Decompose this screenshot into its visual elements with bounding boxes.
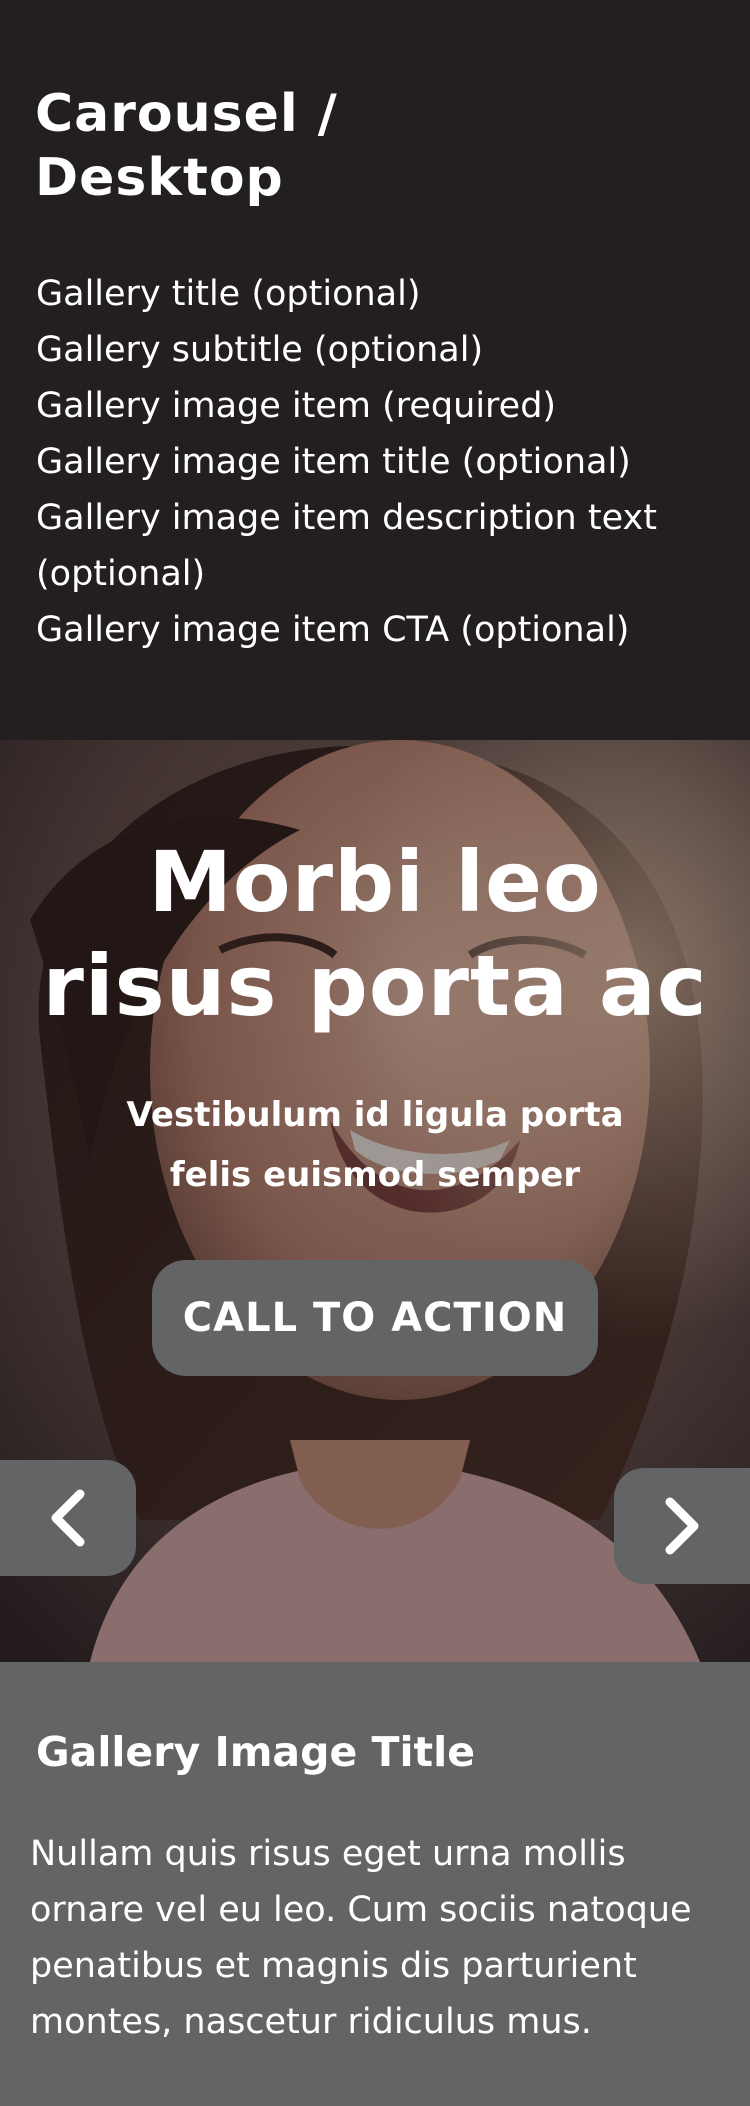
call-to-action-button[interactable]: CALL TO ACTION bbox=[152, 1260, 598, 1376]
carousel-slide: Morbi leo risus porta ac Vestibulum id l… bbox=[0, 740, 750, 1662]
carousel-prev-button[interactable] bbox=[0, 1460, 136, 1576]
chevron-left-icon bbox=[51, 1489, 85, 1547]
spec-item: Gallery image item CTA (optional) bbox=[36, 610, 630, 650]
gallery-caption: Gallery Image Title Nullam quis risus eg… bbox=[0, 1662, 750, 2106]
carousel-next-button[interactable] bbox=[614, 1468, 750, 1584]
gallery-image-title: Gallery Image Title bbox=[36, 1728, 476, 1776]
spec-item: Gallery image item description text (opt… bbox=[36, 498, 657, 594]
gallery-image-description: Nullam quis risus eget urna mollis ornar… bbox=[30, 1834, 692, 2042]
slide-subtitle: Vestibulum id ligula porta felis euismod… bbox=[126, 1095, 624, 1195]
spec-list: Gallery title (optional) Gallery subtitl… bbox=[36, 266, 726, 658]
spec-item: Gallery subtitle (optional) bbox=[36, 330, 484, 370]
spec-item: Gallery image item title (optional) bbox=[36, 442, 631, 482]
spec-item: Gallery title (optional) bbox=[36, 274, 421, 314]
page-title: Carousel / Desktop bbox=[35, 84, 338, 208]
spec-header: Carousel / Desktop Gallery title (option… bbox=[0, 0, 750, 740]
slide-title: Morbi leo risus porta ac bbox=[42, 833, 708, 1035]
chevron-right-icon bbox=[665, 1497, 699, 1555]
spec-item: Gallery image item (required) bbox=[36, 386, 557, 426]
